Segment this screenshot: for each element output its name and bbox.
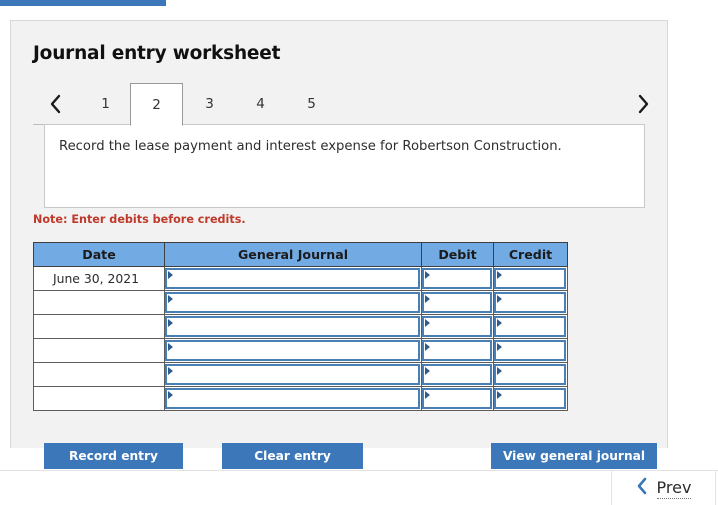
- top-progress-bar: [0, 0, 166, 6]
- debit-input[interactable]: [422, 268, 492, 289]
- column-header-credit: Credit: [493, 242, 568, 267]
- date-cell[interactable]: [33, 338, 165, 363]
- general-journal-input[interactable]: [165, 292, 420, 313]
- dropdown-caret-icon: [425, 343, 430, 351]
- tab-page-3[interactable]: 3: [183, 83, 236, 125]
- debit-input[interactable]: [422, 388, 492, 409]
- general-journal-cell: [164, 338, 422, 363]
- credit-input[interactable]: [494, 364, 566, 385]
- debit-cell: [421, 314, 494, 339]
- credit-input[interactable]: [494, 340, 566, 361]
- journal-entry-worksheet-panel: Journal entry worksheet 1 2 3 4 5 Record…: [10, 20, 668, 469]
- credit-cell: [493, 266, 568, 291]
- debit-input[interactable]: [422, 292, 492, 313]
- dropdown-caret-icon: [168, 295, 173, 303]
- column-header-date: Date: [33, 242, 165, 267]
- credit-cell: [493, 338, 568, 363]
- debit-cell: [421, 338, 494, 363]
- prev-button[interactable]: Prev: [611, 471, 716, 505]
- instruction-box: Record the lease payment and interest ex…: [44, 124, 645, 208]
- chevron-left-icon: [49, 94, 62, 114]
- date-cell[interactable]: [33, 362, 165, 387]
- credit-input[interactable]: [494, 388, 566, 409]
- dropdown-caret-icon: [425, 367, 430, 375]
- dropdown-caret-icon: [425, 271, 430, 279]
- dropdown-caret-icon: [497, 367, 502, 375]
- general-journal-cell: [164, 290, 422, 315]
- table-row: [33, 314, 568, 339]
- instruction-text: Record the lease payment and interest ex…: [59, 139, 562, 154]
- tab-page-2[interactable]: 2: [130, 83, 183, 126]
- clear-entry-button[interactable]: Clear entry: [222, 443, 363, 469]
- journal-entry-table: Date General Journal Debit Credit June 3…: [33, 242, 568, 411]
- column-header-general-journal: General Journal: [164, 242, 422, 267]
- dropdown-caret-icon: [425, 319, 430, 327]
- chevron-left-icon: [636, 477, 648, 499]
- dropdown-caret-icon: [168, 391, 173, 399]
- table-row: June 30, 2021: [33, 266, 568, 291]
- date-cell[interactable]: June 30, 2021: [33, 266, 165, 291]
- date-cell[interactable]: [33, 314, 165, 339]
- credit-cell: [493, 290, 568, 315]
- view-general-journal-button[interactable]: View general journal: [491, 443, 657, 469]
- general-journal-cell: [164, 314, 422, 339]
- worksheet-tab-strip: 1 2 3 4 5: [33, 83, 655, 126]
- credit-cell: [493, 386, 568, 411]
- debit-cell: [421, 290, 494, 315]
- general-journal-input[interactable]: [165, 340, 420, 361]
- credit-input[interactable]: [494, 292, 566, 313]
- dropdown-caret-icon: [497, 343, 502, 351]
- dropdown-caret-icon: [168, 271, 173, 279]
- debit-input[interactable]: [422, 340, 492, 361]
- debit-input[interactable]: [422, 316, 492, 337]
- prev-label: Prev: [656, 477, 692, 499]
- tab-next-arrow-button[interactable]: [631, 89, 655, 119]
- general-journal-cell: [164, 266, 422, 291]
- tab-page-4[interactable]: 4: [234, 83, 287, 125]
- general-journal-cell: [164, 362, 422, 387]
- general-journal-input[interactable]: [165, 364, 420, 385]
- note-text: Note: Enter debits before credits.: [33, 213, 246, 226]
- table-row: [33, 338, 568, 363]
- chevron-right-icon: [637, 94, 650, 114]
- table-row: [33, 386, 568, 411]
- debit-cell: [421, 362, 494, 387]
- tab-page-5[interactable]: 5: [285, 83, 338, 125]
- tab-page-1[interactable]: 1: [79, 83, 132, 125]
- general-journal-input[interactable]: [165, 268, 420, 289]
- debit-input[interactable]: [422, 364, 492, 385]
- dropdown-caret-icon: [168, 319, 173, 327]
- table-header-row: Date General Journal Debit Credit: [33, 242, 568, 267]
- general-journal-input[interactable]: [165, 316, 420, 337]
- dropdown-caret-icon: [497, 271, 502, 279]
- credit-input[interactable]: [494, 316, 566, 337]
- general-journal-cell: [164, 386, 422, 411]
- date-cell[interactable]: [33, 290, 165, 315]
- tab-label: 2: [152, 97, 161, 113]
- column-header-debit: Debit: [421, 242, 494, 267]
- dropdown-caret-icon: [425, 295, 430, 303]
- credit-cell: [493, 362, 568, 387]
- table-row: [33, 362, 568, 387]
- record-entry-button[interactable]: Record entry: [44, 443, 183, 469]
- dropdown-caret-icon: [497, 319, 502, 327]
- dropdown-caret-icon: [425, 391, 430, 399]
- tab-label: 3: [205, 96, 214, 112]
- general-journal-input[interactable]: [165, 388, 420, 409]
- tab-label: 5: [307, 96, 316, 112]
- debit-cell: [421, 386, 494, 411]
- credit-input[interactable]: [494, 268, 566, 289]
- credit-cell: [493, 314, 568, 339]
- dropdown-caret-icon: [168, 367, 173, 375]
- dropdown-caret-icon: [168, 343, 173, 351]
- debit-cell: [421, 266, 494, 291]
- tab-label: 4: [256, 96, 265, 112]
- tab-label: 1: [101, 96, 110, 112]
- date-cell[interactable]: [33, 386, 165, 411]
- dropdown-caret-icon: [497, 391, 502, 399]
- table-row: [33, 290, 568, 315]
- page-title: Journal entry worksheet: [33, 43, 281, 64]
- dropdown-caret-icon: [497, 295, 502, 303]
- tab-prev-arrow-button[interactable]: [43, 89, 67, 119]
